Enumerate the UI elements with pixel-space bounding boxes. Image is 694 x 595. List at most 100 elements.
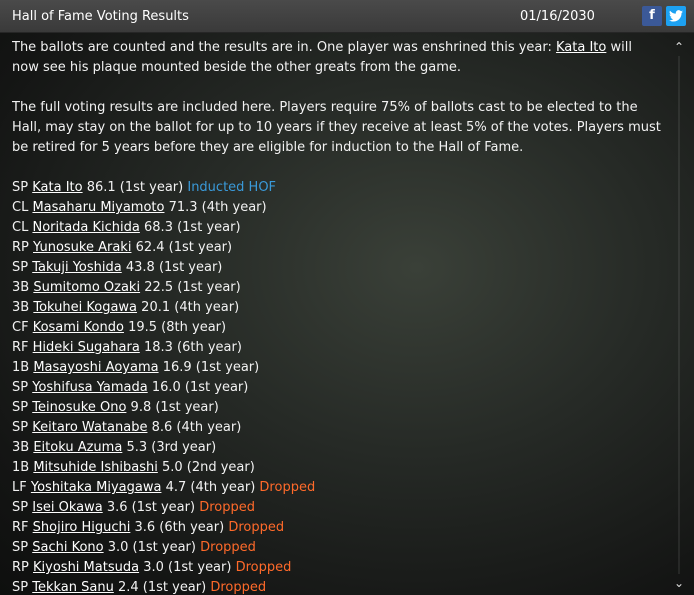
player-link[interactable]: Keitaro Watanabe [32, 420, 147, 435]
position-label: SP [12, 580, 29, 595]
vote-stats: 68.3 (1st year) [144, 220, 241, 235]
player-link[interactable]: Yoshitaka Miyagawa [31, 480, 162, 495]
result-row: SP Takuji Yoshida 43.8 (1st year) [12, 258, 662, 278]
position-label: 3B [12, 440, 30, 455]
window-title: Hall of Fame Voting Results [12, 9, 189, 24]
scroll-down-icon[interactable]: ⌄ [672, 576, 686, 590]
player-link[interactable]: Kata Ito [32, 180, 82, 195]
result-row: SP Teinosuke Ono 9.8 (1st year) [12, 398, 662, 418]
intro-paragraph: The ballots are counted and the results … [12, 38, 662, 78]
scroll-up-icon[interactable]: ⌃ [672, 40, 686, 54]
result-row: RP Kiyoshi Matsuda 3.0 (1st year) Droppe… [12, 558, 662, 578]
position-label: SP [12, 400, 29, 415]
player-link[interactable]: Kiyoshi Matsuda [33, 560, 139, 575]
dropped-badge: Dropped [235, 560, 292, 575]
position-label: SP [12, 420, 29, 435]
result-row: SP Tekkan Sanu 2.4 (1st year) Dropped [12, 578, 662, 595]
vote-stats: 3.6 (1st year) [106, 500, 196, 515]
position-label: 1B [12, 460, 30, 475]
player-link[interactable]: Masayoshi Aoyama [33, 360, 158, 375]
scrollbar-track[interactable] [678, 56, 680, 574]
position-label: CL [12, 200, 29, 215]
dropped-badge: Dropped [228, 520, 285, 535]
result-row: RF Shojiro Higuchi 3.6 (6th year) Droppe… [12, 518, 662, 538]
result-row: SP Kata Ito 86.1 (1st year) Inducted HOF [12, 178, 662, 198]
position-label: SP [12, 180, 29, 195]
player-link[interactable]: Tokuhei Kogawa [33, 300, 137, 315]
position-label: RF [12, 340, 29, 355]
vote-stats: 20.1 (4th year) [141, 300, 240, 315]
player-link-kata-ito[interactable]: Kata Ito [556, 40, 606, 55]
title-bar: Hall of Fame Voting Results 01/16/2030 f [0, 0, 694, 33]
rules-paragraph: The full voting results are included her… [12, 100, 661, 155]
facebook-icon[interactable]: f [642, 6, 662, 26]
result-row: CF Kosami Kondo 19.5 (8th year) [12, 318, 662, 338]
position-label: RP [12, 240, 29, 255]
player-link[interactable]: Hideki Sugahara [33, 340, 140, 355]
position-label: SP [12, 500, 29, 515]
player-link[interactable]: Takuji Yoshida [32, 260, 122, 275]
result-row: SP Sachi Kono 3.0 (1st year) Dropped [12, 538, 662, 558]
position-label: RP [12, 560, 29, 575]
vote-stats: 2.4 (1st year) [117, 580, 207, 595]
player-link[interactable]: Sachi Kono [32, 540, 103, 555]
vote-stats: 4.7 (4th year) [165, 480, 256, 495]
vote-stats: 86.1 (1st year) [86, 180, 184, 195]
vote-stats: 3.6 (6th year) [134, 520, 225, 535]
dropped-badge: Dropped [200, 540, 256, 555]
result-row: SP Isei Okawa 3.6 (1st year) Dropped [12, 498, 662, 518]
player-link[interactable]: Sumitomo Ozaki [33, 280, 140, 295]
player-link[interactable]: Yoshifusa Yamada [32, 380, 147, 395]
result-row: 1B Masayoshi Aoyama 16.9 (1st year) [12, 358, 662, 378]
result-row: 3B Sumitomo Ozaki 22.5 (1st year) [12, 278, 662, 298]
result-row: LF Yoshitaka Miyagawa 4.7 (4th year) Dro… [12, 478, 662, 498]
player-link[interactable]: Shojiro Higuchi [33, 520, 131, 535]
position-label: CL [12, 220, 29, 235]
vote-stats: 9.8 (1st year) [130, 400, 219, 415]
results-content: The ballots are counted and the results … [12, 38, 662, 595]
player-link[interactable]: Isei Okawa [32, 500, 102, 515]
vote-stats: 18.3 (6th year) [143, 340, 242, 355]
vote-stats: 5.0 (2nd year) [161, 460, 255, 475]
result-row: RF Hideki Sugahara 18.3 (6th year) [12, 338, 662, 358]
position-label: 3B [12, 300, 30, 315]
vote-stats: 3.0 (1st year) [107, 540, 196, 555]
result-row: CL Noritada Kichida 68.3 (1st year) [12, 218, 662, 238]
player-link[interactable]: Kosami Kondo [33, 320, 124, 335]
player-link[interactable]: Mitsuhide Ishibashi [33, 460, 157, 475]
position-label: LF [12, 480, 27, 495]
result-row: 1B Mitsuhide Ishibashi 5.0 (2nd year) [12, 458, 662, 478]
intro-text: The ballots are counted and the results … [12, 40, 557, 55]
position-label: SP [12, 260, 29, 275]
dropped-badge: Dropped [259, 480, 316, 495]
twitter-icon[interactable] [666, 6, 686, 26]
result-row: SP Yoshifusa Yamada 16.0 (1st year) [12, 378, 662, 398]
position-label: SP [12, 540, 29, 555]
vote-stats: 22.5 (1st year) [144, 280, 241, 295]
position-label: RF [12, 520, 29, 535]
vote-stats: 3.0 (1st year) [143, 560, 232, 575]
result-row: 3B Tokuhei Kogawa 20.1 (4th year) [12, 298, 662, 318]
player-link[interactable]: Tekkan Sanu [32, 580, 114, 595]
result-row: RP Yunosuke Araki 62.4 (1st year) [12, 238, 662, 258]
vote-stats: 16.9 (1st year) [162, 360, 260, 375]
player-link[interactable]: Teinosuke Ono [32, 400, 126, 415]
dropped-badge: Dropped [199, 500, 255, 515]
vote-stats: 5.3 (3rd year) [126, 440, 217, 455]
vote-stats: 62.4 (1st year) [135, 240, 233, 255]
results-list: SP Kata Ito 86.1 (1st year) Inducted HOF… [12, 178, 662, 595]
result-row: SP Keitaro Watanabe 8.6 (4th year) [12, 418, 662, 438]
vote-stats: 8.6 (4th year) [151, 420, 242, 435]
position-label: SP [12, 380, 29, 395]
vote-stats: 43.8 (1st year) [125, 260, 223, 275]
result-row: 3B Eitoku Azuma 5.3 (3rd year) [12, 438, 662, 458]
player-link[interactable]: Noritada Kichida [32, 220, 139, 235]
position-label: 1B [12, 360, 30, 375]
player-link[interactable]: Eitoku Azuma [33, 440, 122, 455]
vote-stats: 16.0 (1st year) [151, 380, 249, 395]
player-link[interactable]: Masaharu Miyamoto [32, 200, 164, 215]
inducted-badge: Inducted HOF [187, 180, 277, 195]
player-link[interactable]: Yunosuke Araki [33, 240, 131, 255]
